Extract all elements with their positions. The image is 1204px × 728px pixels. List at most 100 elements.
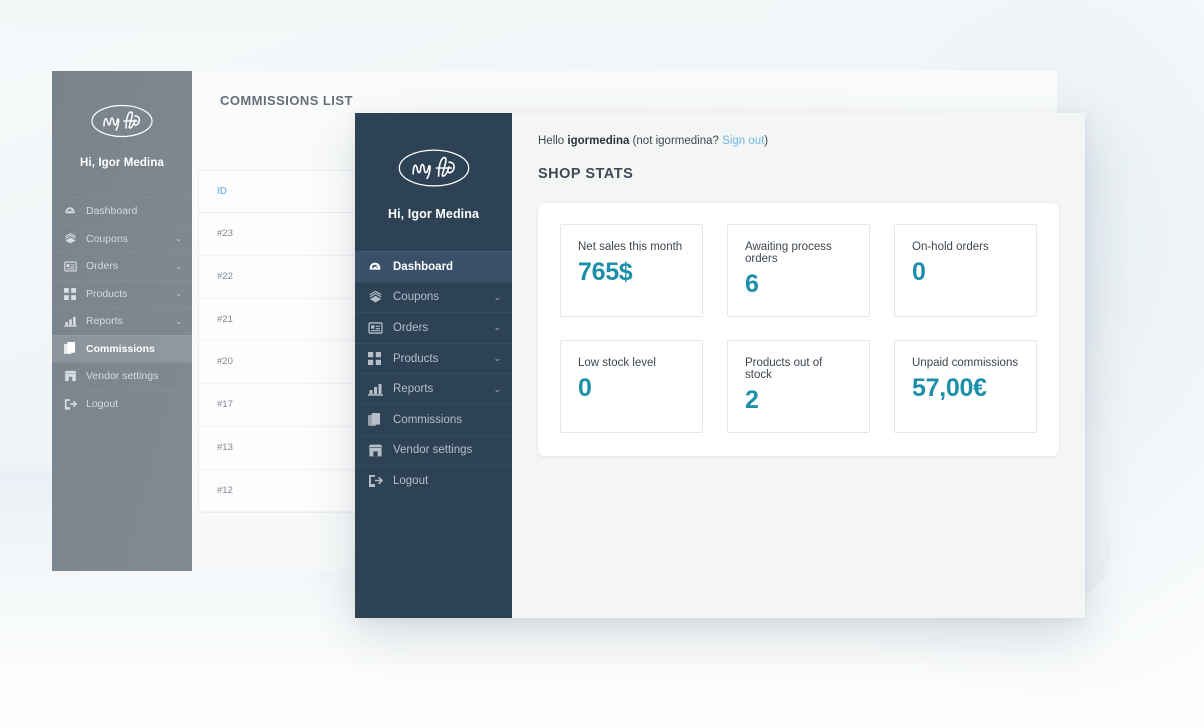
sidebar-item-label: Logout [86, 397, 119, 410]
stat-card-grid: Net sales this month 765$ Awaiting proce… [560, 224, 1037, 433]
sign-out-link[interactable]: Sign out [722, 135, 764, 147]
products-icon [368, 352, 388, 366]
foreground-sidebar-greeting: Hi, Igor Medina [387, 207, 480, 221]
sidebar-item-label: Products [393, 352, 439, 365]
cell-id: #17 [199, 383, 360, 427]
greeting-middle: (not igormedina? [629, 135, 723, 147]
sidebar-item-orders-background[interactable]: Orders ⌄ [52, 252, 192, 280]
brand-logo-background [52, 85, 192, 157]
stat-card-net-sales: Net sales this month 765$ [560, 224, 703, 317]
chevron-down-icon: ⌄ [175, 261, 182, 271]
sidebar-item-label: Dashboard [86, 205, 138, 218]
cell-id: #22 [199, 255, 360, 299]
page-title-background: COMMISSIONS LIST [220, 93, 353, 108]
sidebar-item-label: Reports [86, 315, 123, 328]
commissions-icon [64, 342, 82, 355]
coupons-icon [368, 290, 388, 304]
coupons-icon [64, 232, 82, 245]
sidebar-item-products[interactable]: Products ⌄ [355, 342, 512, 374]
stat-card-on-hold-orders: On-hold orders 0 [894, 224, 1037, 317]
sidebar-item-label: Logout [393, 474, 429, 487]
sidebar-item-label: Coupons [86, 232, 129, 245]
sidebar-item-reports-background[interactable]: Reports ⌄ [52, 307, 192, 335]
stat-card-awaiting-process-orders: Awaiting process orders 6 [727, 224, 870, 317]
foreground-sidebar: Hi, Igor Medina Dashboard Coupons ⌄ Orde… [355, 113, 512, 618]
stat-value: 57,00€ [912, 374, 987, 402]
chevron-down-icon: ⌄ [493, 353, 501, 364]
sidebar-item-commissions-background[interactable]: Commissions [52, 334, 192, 362]
reports-icon [368, 383, 388, 396]
greeting-username: igormedina [567, 135, 630, 147]
stat-value: 765$ [578, 258, 633, 286]
sidebar-item-label: Orders [393, 321, 429, 334]
dashboard-icon [368, 260, 388, 274]
commissions-icon [368, 412, 388, 427]
sidebar-item-dashboard[interactable]: Dashboard [355, 251, 512, 282]
stat-value: 6 [745, 270, 759, 298]
sidebar-item-commissions[interactable]: Commissions [355, 403, 512, 435]
greeting-bar: Hello igormedina (not igormedina? Sign o… [538, 135, 1059, 147]
dashboard-icon [64, 205, 82, 217]
reports-icon [64, 316, 82, 327]
stat-label: Low stock level [578, 357, 656, 369]
sidebar-item-products-background[interactable]: Products ⌄ [52, 279, 192, 308]
sidebar-item-coupons[interactable]: Coupons ⌄ [355, 281, 512, 313]
chevron-down-icon: ⌄ [493, 291, 501, 302]
shop-stats-title: SHOP STATS [538, 166, 634, 182]
sidebar-item-logout-background[interactable]: Logout [52, 389, 192, 418]
stat-label: Products out of stock [745, 357, 823, 381]
app-stage: Hi, Igor Medina Dashboard Coupons ⌄ Orde… [0, 0, 1204, 728]
cell-id: #12 [199, 469, 360, 513]
chevron-down-icon: ⌄ [175, 316, 182, 326]
foreground-dashboard-window: Hi, Igor Medina Dashboard Coupons ⌄ Orde… [355, 113, 1085, 618]
column-header-id[interactable]: ID [199, 171, 360, 213]
vendor-settings-icon [368, 444, 388, 457]
stat-card-unpaid-commissions: Unpaid commissions 57,00€ [894, 340, 1037, 433]
chevron-down-icon: ⌄ [175, 289, 182, 299]
cell-id: #20 [199, 340, 360, 385]
stat-value: 0 [912, 258, 926, 286]
sidebar-item-dashboard-background[interactable]: Dashboard [52, 197, 192, 225]
sidebar-item-label: Commissions [393, 413, 463, 426]
shop-stats-panel: Net sales this month 765$ Awaiting proce… [538, 203, 1059, 456]
vendor-settings-icon [64, 370, 82, 382]
chevron-down-icon: ⌄ [175, 234, 182, 244]
sidebar-item-label: Reports [393, 383, 434, 396]
sidebar-item-label: Vendor settings [393, 444, 473, 457]
sidebar-item-label: Dashboard [393, 260, 454, 273]
stat-value: 0 [578, 374, 592, 402]
sidebar-item-label: Coupons [393, 291, 440, 304]
sidebar-item-label: Vendor settings [86, 370, 159, 383]
stat-label: On-hold orders [912, 241, 989, 253]
sidebar-item-vendor-settings[interactable]: Vendor settings [355, 434, 512, 466]
background-sidebar: Hi, Igor Medina Dashboard Coupons ⌄ Orde… [52, 71, 192, 571]
cell-id: #13 [199, 426, 360, 470]
logout-icon [368, 474, 388, 488]
orders-icon [368, 322, 388, 334]
sidebar-item-label: Commissions [86, 342, 155, 355]
orders-icon [64, 261, 82, 272]
background-sidebar-greeting: Hi, Igor Medina [80, 157, 164, 169]
cell-id: #21 [199, 298, 360, 342]
chevron-down-icon: ⌄ [493, 383, 501, 394]
products-icon [64, 287, 82, 300]
stat-label: Net sales this month [578, 241, 683, 253]
stat-label: Awaiting process orders [745, 241, 832, 265]
greeting-suffix: ) [764, 135, 769, 147]
sidebar-item-coupons-background[interactable]: Coupons ⌄ [52, 224, 192, 253]
stat-card-low-stock-level: Low stock level 0 [560, 340, 703, 433]
sidebar-item-label: Orders [86, 260, 119, 273]
logout-icon [64, 398, 82, 410]
greeting-prefix: Hello [538, 135, 568, 147]
stat-label: Unpaid commissions [912, 357, 1019, 369]
sidebar-item-label: Products [86, 287, 128, 300]
chevron-down-icon: ⌄ [493, 322, 501, 333]
stat-card-products-out-of-stock: Products out of stock 2 [727, 340, 870, 433]
sidebar-item-logout[interactable]: Logout [355, 465, 512, 496]
sidebar-item-vendor-settings-background[interactable]: Vendor settings [52, 362, 192, 390]
sidebar-item-reports[interactable]: Reports ⌄ [355, 373, 512, 404]
cell-id: #23 [199, 212, 360, 256]
sidebar-item-orders[interactable]: Orders ⌄ [355, 312, 512, 343]
brand-logo-foreground [355, 129, 512, 207]
stat-value: 2 [745, 386, 759, 414]
